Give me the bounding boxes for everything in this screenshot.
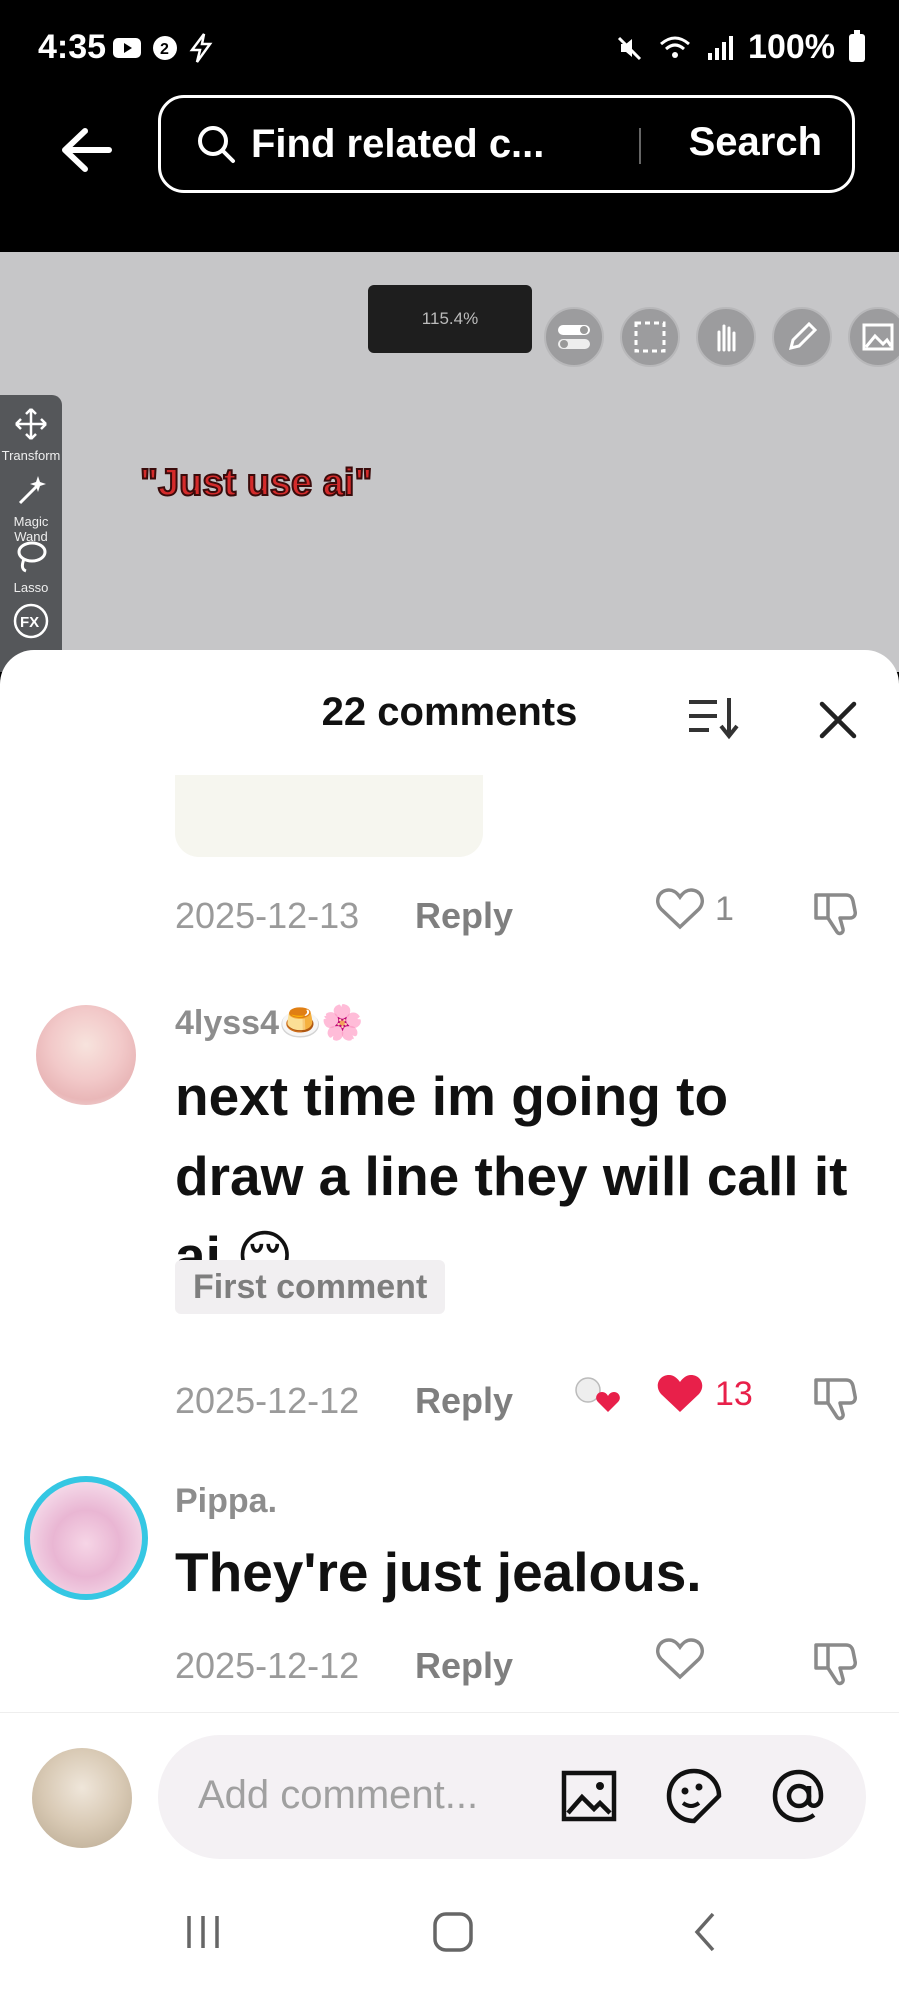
- zoom-indicator: 115.4%: [368, 285, 532, 353]
- like-count: 1: [715, 889, 734, 928]
- battery-icon: [849, 29, 865, 62]
- previous-comment-image: [175, 775, 483, 857]
- comment-text: They're just jealous.: [175, 1541, 702, 1603]
- system-nav-bar: [0, 1862, 899, 1999]
- comment-date: 2025-12-12: [175, 1380, 360, 1421]
- comment-username[interactable]: 4lyss4🍮🌸: [175, 1003, 364, 1043]
- dislike-icon: [814, 893, 857, 936]
- reply-button[interactable]: Reply: [415, 895, 513, 937]
- comment-meta: 2025-12-12 Reply 13: [175, 1375, 875, 1430]
- image-button[interactable]: [558, 1765, 620, 1827]
- search-input[interactable]: Find related c...: [251, 122, 544, 167]
- search-divider: [639, 128, 641, 164]
- back-nav-button[interactable]: [670, 1902, 740, 1962]
- dislike-icon: [814, 1378, 857, 1421]
- comment-input-placeholder: Add comment...: [198, 1773, 479, 1817]
- like-button[interactable]: [655, 1637, 705, 1681]
- video-preview[interactable]: 115.4% Transform Magic Wand Lasso FX "Ju…: [0, 252, 899, 672]
- home-button[interactable]: [418, 1902, 488, 1962]
- mute-icon: [617, 36, 642, 60]
- avatar[interactable]: [36, 1005, 136, 1105]
- drawing-toolbar: Transform Magic Wand Lasso FX: [0, 395, 62, 672]
- sticker-button[interactable]: [663, 1765, 725, 1827]
- image-icon: [561, 1770, 617, 1822]
- svg-text:FX: FX: [20, 614, 39, 631]
- like-count: 13: [715, 1374, 753, 1413]
- lasso-icon: [17, 541, 47, 573]
- back-arrow-icon: [62, 128, 112, 172]
- heart-icon: [656, 888, 704, 930]
- video-caption: "Just use ai": [139, 461, 373, 505]
- like-button[interactable]: 1: [655, 887, 734, 931]
- heart-icon: [656, 1638, 704, 1680]
- mention-icon: [772, 1769, 824, 1823]
- my-avatar: [32, 1748, 132, 1848]
- sticker-icon: [666, 1768, 722, 1824]
- close-button[interactable]: [808, 690, 868, 750]
- dislike-button[interactable]: [810, 1637, 860, 1692]
- dislike-icon: [814, 1643, 857, 1686]
- reply-button[interactable]: Reply: [415, 1645, 513, 1687]
- dislike-button[interactable]: [810, 1372, 860, 1427]
- youtube-icon: [113, 38, 141, 58]
- close-icon: [819, 701, 857, 739]
- comment-meta: 2025-12-12 Reply: [175, 1638, 875, 1695]
- creator-heart-icon: [575, 1377, 620, 1412]
- reply-button[interactable]: Reply: [415, 1380, 513, 1422]
- dislike-button[interactable]: [810, 887, 860, 942]
- system-status-icons: 100%: [616, 28, 865, 67]
- notification-icons: 2: [112, 33, 214, 63]
- recent-apps-icon: [187, 1916, 219, 1948]
- hand-tool-icon: [696, 307, 756, 367]
- magic-wand-tool: Magic Wand: [0, 473, 62, 544]
- toggle-tool-icon: [544, 307, 604, 367]
- image-tool-icon: [848, 307, 899, 367]
- move-icon: [15, 408, 47, 440]
- fx-icon: FX: [13, 603, 49, 639]
- comment-date: 2025-12-13: [175, 895, 360, 936]
- like-button[interactable]: 13: [655, 1372, 753, 1416]
- status-time: 4:35: [38, 28, 107, 66]
- previous-comment-meta: 2025-12-13 Reply 1: [175, 888, 875, 945]
- pen-tool-icon: [772, 307, 832, 367]
- comment-input[interactable]: Add comment...: [158, 1735, 866, 1859]
- wifi-icon: [660, 36, 691, 58]
- signal-icon: [708, 35, 734, 60]
- first-comment-badge: First comment: [175, 1260, 446, 1314]
- sort-button[interactable]: [683, 688, 743, 748]
- battery-percent: 100%: [748, 28, 835, 66]
- comments-count-title: 22 comments: [321, 690, 578, 734]
- heart-icon: [657, 1375, 703, 1412]
- search-icon: [198, 126, 235, 163]
- lasso-tool: Lasso: [0, 539, 62, 595]
- back-button[interactable]: [50, 115, 120, 185]
- bolt-icon: [189, 33, 213, 63]
- back-icon: [694, 1912, 715, 1952]
- app-badge-icon: 2: [153, 36, 177, 60]
- comment-input-bar: Add comment...: [0, 1712, 899, 1862]
- transform-tool: Transform: [0, 407, 62, 463]
- search-bar[interactable]: Find related c... Search: [158, 95, 855, 193]
- selection-tool-icon: [620, 307, 680, 367]
- magic-wand-icon: [18, 476, 46, 505]
- creator-liked-badge: [570, 1372, 624, 1416]
- comment-username[interactable]: Pippa.: [175, 1482, 277, 1521]
- search-button[interactable]: Search: [689, 120, 822, 165]
- svg-text:2: 2: [160, 41, 169, 58]
- comment-date: 2025-12-12: [175, 1645, 360, 1686]
- status-bar: 4:35 2 100%: [0, 0, 899, 95]
- sort-icon: [689, 698, 739, 740]
- home-icon: [433, 1912, 473, 1952]
- comment-list[interactable]: 2025-12-13 Reply 1 4lyss4🍮🌸 next time im…: [0, 770, 899, 1830]
- search-header: Find related c... Search: [0, 95, 899, 252]
- recent-apps-button[interactable]: [168, 1902, 238, 1962]
- avatar[interactable]: [24, 1476, 148, 1600]
- fx-tool: FX: [0, 603, 62, 644]
- mention-button[interactable]: [768, 1765, 830, 1827]
